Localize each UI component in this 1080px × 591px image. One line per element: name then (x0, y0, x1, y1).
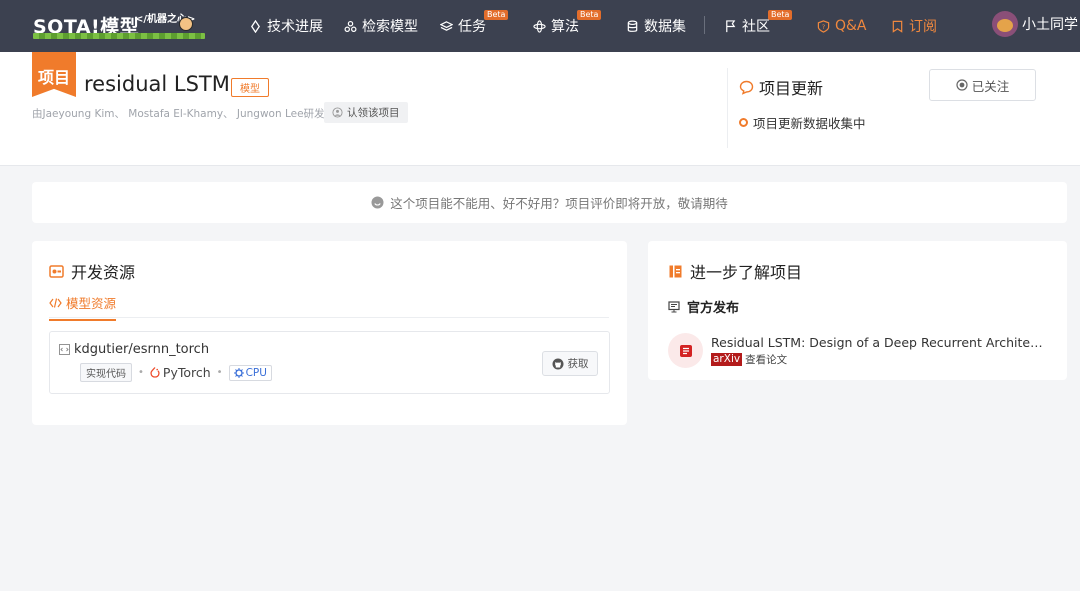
tab-label: 模型资源 (66, 296, 117, 311)
nav-community[interactable]: 社区 (724, 15, 770, 37)
project-ribbon: 项目 (32, 52, 76, 97)
nav-datasets[interactable]: 数据集 (626, 15, 686, 37)
resources-icon (49, 264, 64, 278)
database-icon (627, 20, 638, 32)
user-name: 小土同学 (1022, 17, 1078, 33)
claim-project-button[interactable]: 认领该项目 (324, 102, 408, 123)
avatar (992, 11, 1018, 37)
cpu-icon (233, 367, 244, 378)
project-header: 项目 residual LSTM 模型 由Jaeyoung Kim、 Mosta… (0, 52, 1080, 166)
dev-resources-title: 开发资源 (49, 259, 135, 283)
nav-subscribe[interactable]: 订阅 (891, 15, 937, 37)
arxiv-logo: arXiv (711, 352, 743, 366)
paper-meta: arXiv 查看论文 (711, 352, 1046, 367)
document-icon (679, 344, 692, 357)
paper-info: Residual LSTM: Design of a Deep Recurren… (711, 335, 1046, 367)
nav-algorithms[interactable]: 算法 (533, 15, 579, 37)
nav-divider (704, 16, 705, 34)
get-code-button[interactable]: 获取 (542, 351, 598, 376)
learn-more-title-text: 进一步了解项目 (690, 263, 803, 282)
user-menu[interactable]: 小土同学 (992, 11, 1078, 37)
nav-label: 算法 (551, 19, 579, 35)
tab-divider (49, 317, 609, 318)
paper-item[interactable]: Residual LSTM: Design of a Deep Recurren… (668, 333, 1046, 368)
code-window-icon (59, 344, 70, 355)
notice-text: 这个项目能不能用、好不好用？项目评价即将开放，敬请期待 (390, 196, 728, 211)
user-circle-icon (332, 107, 343, 118)
learn-more-card: 进一步了解项目 官方发布 Residual LSTM: Design of a … (648, 241, 1067, 380)
rocket-icon (251, 19, 260, 33)
target-icon (956, 79, 968, 91)
nav-label: 任务 (458, 19, 486, 35)
follow-button[interactable]: 已关注 (929, 69, 1036, 101)
nav-qa[interactable]: ? Q&A (817, 15, 867, 37)
logo-pixel-bar (33, 33, 205, 39)
separator-dot: • (138, 367, 144, 378)
code-icon (49, 297, 62, 308)
page-title: residual LSTM (84, 72, 230, 96)
book-icon (669, 265, 682, 277)
get-label: 获取 (567, 358, 589, 370)
separator-dot: • (216, 367, 223, 378)
beta-badge: Beta (484, 10, 509, 20)
official-release-text: 官方发布 (687, 301, 740, 316)
code-tag: 实现代码 (80, 363, 132, 382)
nav-tasks[interactable]: 任务 (440, 15, 486, 37)
chat-bubble-icon (739, 80, 754, 95)
repo-tags: 实现代码 • PyTorch • CPU (80, 363, 272, 382)
learn-more-title: 进一步了解项目 (668, 259, 802, 283)
device-tag: CPU (228, 364, 272, 381)
nav-tech-progress[interactable]: 技术进展 (249, 15, 323, 37)
framework-name: PyTorch (162, 365, 211, 380)
smile-icon (371, 196, 384, 209)
updates-title-text: 项目更新 (759, 79, 824, 98)
mascot-icon (179, 17, 193, 31)
follow-label: 已关注 (971, 78, 1010, 94)
flag-icon (726, 19, 736, 32)
update-status-text: 项目更新数据收集中 (753, 116, 866, 131)
layers-icon (440, 20, 453, 31)
device-name: CPU (245, 366, 267, 379)
nodes-icon (344, 20, 357, 32)
nav-label: 技术进展 (267, 19, 323, 35)
site-logo[interactable]: SOTA!模型 </机器之心> (33, 9, 205, 39)
claim-label: 认领该项目 (347, 107, 400, 119)
repo-name: kdgutier/esrnn_torch (74, 342, 210, 357)
repo-item: kdgutier/esrnn_torch 实现代码 • PyTorch • CP… (49, 331, 610, 394)
question-icon: ? (817, 19, 830, 33)
atom-icon (533, 19, 546, 33)
status-dot-icon (739, 118, 748, 127)
bookmark-icon (892, 20, 903, 33)
updates-title: 项目更新 (739, 75, 823, 99)
rating-notice: 这个项目能不能用、好不好用？项目评价即将开放，敬请期待 (32, 182, 1067, 223)
header-divider (727, 68, 728, 148)
monitor-icon (668, 300, 680, 312)
dev-resources-card: 开发资源 模型资源 kdgutier/esrnn_torch 实现代码 • Py… (32, 241, 627, 425)
dev-resources-title-text: 开发资源 (71, 263, 136, 282)
project-type-tag: 模型 (231, 78, 269, 97)
paper-icon-wrap (668, 333, 703, 368)
repo-link[interactable]: kdgutier/esrnn_torch (59, 342, 209, 357)
pytorch-icon (150, 367, 160, 378)
nav-label: 数据集 (644, 19, 686, 35)
nav-label: 检索模型 (362, 19, 418, 35)
svg-text:?: ? (822, 22, 825, 30)
paper-title[interactable]: Residual LSTM: Design of a Deep Recurren… (711, 335, 1046, 350)
nav-search-models[interactable]: 检索模型 (344, 15, 418, 37)
project-authors: 由Jaeyoung Kim、 Mostafa El-Khamy、 Jungwon… (32, 108, 325, 120)
update-status: 项目更新数据收集中 (739, 113, 866, 132)
official-release-title: 官方发布 (668, 297, 739, 316)
beta-badge: Beta (768, 10, 793, 20)
beta-badge: Beta (577, 10, 602, 20)
view-paper-link[interactable]: 查看论文 (745, 352, 787, 367)
framework-tag: PyTorch (150, 365, 211, 380)
nav-label: 订阅 (909, 19, 937, 35)
nav-label: 社区 (742, 19, 770, 35)
github-icon (552, 358, 563, 369)
nav-label: Q&A (835, 18, 867, 34)
top-navbar: SOTA!模型 </机器之心> 技术进展 检索模型 任务 Beta 算法 Bet… (0, 0, 1080, 52)
